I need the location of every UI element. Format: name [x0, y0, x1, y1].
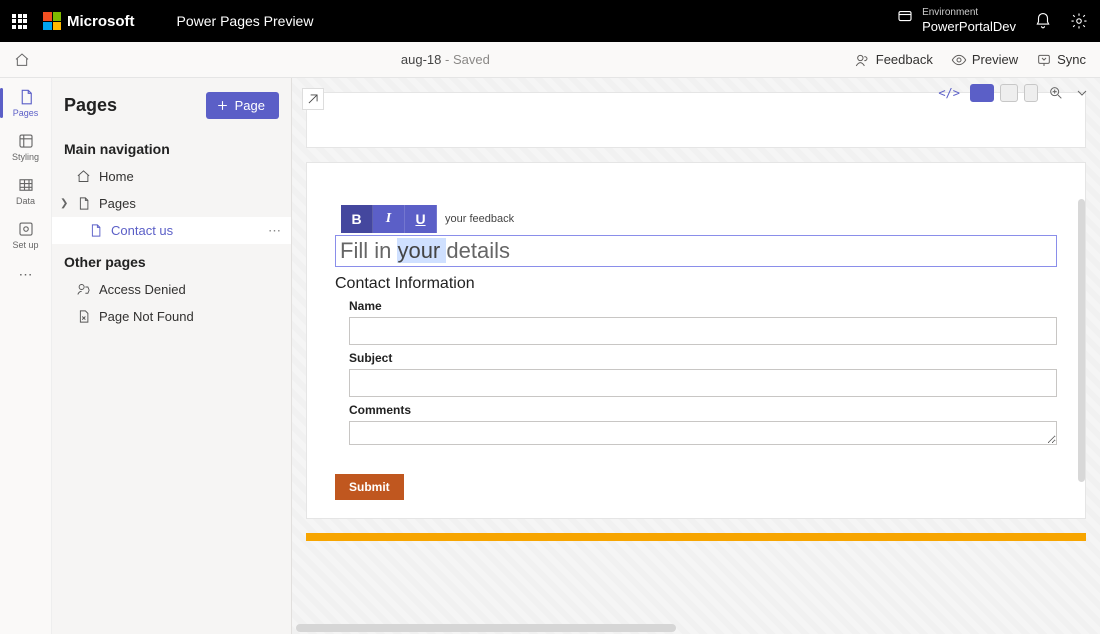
- page-section-footer-accent[interactable]: [306, 533, 1086, 541]
- selected-text: your: [397, 238, 446, 263]
- label-name: Name: [349, 299, 1057, 313]
- input-subject[interactable]: [349, 369, 1057, 397]
- scrollbar-horizontal[interactable]: [296, 624, 676, 632]
- viewport-switcher: [970, 84, 1038, 102]
- home-icon: [76, 169, 91, 184]
- environment-icon: [896, 7, 914, 25]
- nav-item-contact-us[interactable]: Contact us ⋯: [52, 217, 291, 244]
- feedback-icon: [855, 52, 871, 68]
- page-section-form[interactable]: B I U your feedback Fill in your details…: [306, 162, 1086, 519]
- viewport-tablet-button[interactable]: [1000, 84, 1018, 102]
- item-overflow-icon[interactable]: ⋯: [268, 223, 281, 239]
- page-icon: [76, 196, 91, 211]
- design-canvas[interactable]: </> B I U your feedback: [292, 78, 1100, 634]
- settings-gear-icon[interactable]: [1070, 12, 1088, 30]
- input-comments[interactable]: [349, 421, 1057, 445]
- environment-label: Environment: [922, 7, 1016, 19]
- expand-canvas-button[interactable]: [302, 88, 324, 110]
- microsoft-logo: Microsoft: [43, 12, 135, 30]
- app-title: Power Pages Preview: [177, 13, 314, 29]
- add-page-button[interactable]: Page: [206, 92, 279, 119]
- form-section-title: Contact Information: [335, 275, 1057, 293]
- rail-item-data[interactable]: Data: [0, 170, 51, 212]
- expand-arrow-icon: [306, 92, 320, 106]
- italic-button[interactable]: I: [373, 205, 405, 233]
- nav-item-access-denied[interactable]: Access Denied: [52, 276, 291, 303]
- submit-button[interactable]: Submit: [335, 474, 404, 500]
- nav-item-page-not-found[interactable]: Page Not Found: [52, 303, 291, 330]
- feedback-button[interactable]: Feedback: [855, 52, 933, 68]
- rail-overflow-icon[interactable]: ⋯: [19, 258, 33, 291]
- microsoft-logo-text: Microsoft: [67, 13, 135, 30]
- page-missing-icon: [76, 309, 91, 324]
- rail-item-pages[interactable]: Pages: [0, 82, 51, 124]
- label-comments: Comments: [349, 403, 1057, 417]
- styling-icon: [17, 132, 35, 150]
- section-other-pages: Other pages: [52, 244, 291, 276]
- panel-title: Pages: [64, 95, 117, 116]
- microsoft-logo-icon: [43, 12, 61, 30]
- setup-icon: [17, 220, 35, 238]
- viewport-mobile-button[interactable]: [1024, 84, 1038, 102]
- rail-item-styling[interactable]: Styling: [0, 126, 51, 168]
- scrollbar-vertical[interactable]: [1078, 199, 1085, 482]
- pages-panel: Pages Page Main navigation Home ❯ Pages …: [52, 78, 292, 634]
- rail-item-setup[interactable]: Set up: [0, 214, 51, 256]
- lock-icon: [76, 282, 91, 297]
- sync-icon: [1036, 52, 1052, 68]
- preview-button[interactable]: Preview: [951, 52, 1018, 68]
- toolbar-trailing-text: your feedback: [437, 213, 522, 225]
- text-format-toolbar: B I U your feedback: [341, 205, 522, 233]
- sync-button[interactable]: Sync: [1036, 52, 1086, 68]
- left-rail: Pages Styling Data Set up ⋯: [0, 78, 52, 634]
- global-header: Microsoft Power Pages Preview Environmen…: [0, 0, 1100, 42]
- environment-picker[interactable]: Environment PowerPortalDev: [896, 7, 1016, 35]
- section-main-nav: Main navigation: [52, 131, 291, 163]
- pages-icon: [17, 88, 35, 106]
- input-name[interactable]: [349, 317, 1057, 345]
- heading-editable[interactable]: Fill in your details: [335, 235, 1057, 267]
- data-icon: [17, 176, 35, 194]
- chevron-right-icon[interactable]: ❯: [60, 198, 68, 209]
- zoom-icon[interactable]: [1048, 85, 1064, 101]
- underline-button[interactable]: U: [405, 205, 437, 233]
- app-launcher-icon[interactable]: [12, 14, 27, 29]
- plus-icon: [216, 99, 229, 112]
- document-status: aug-18 - Saved: [401, 52, 490, 67]
- document-save-state: Saved: [453, 52, 490, 67]
- viewport-desktop-button[interactable]: [970, 84, 994, 102]
- nav-item-home[interactable]: Home: [52, 163, 291, 190]
- label-subject: Subject: [349, 351, 1057, 365]
- canvas-toolbar: </>: [928, 78, 1100, 108]
- bold-button[interactable]: B: [341, 205, 373, 233]
- notifications-icon[interactable]: [1034, 12, 1052, 30]
- preview-icon: [951, 52, 967, 68]
- environment-value: PowerPortalDev: [922, 19, 1016, 35]
- page-icon: [88, 223, 103, 238]
- code-view-button[interactable]: </>: [938, 86, 960, 100]
- document-name: aug-18: [401, 52, 441, 67]
- command-bar: aug-18 - Saved Feedback Preview Sync: [0, 42, 1100, 78]
- home-icon[interactable]: [14, 52, 30, 68]
- nav-item-pages[interactable]: ❯ Pages: [52, 190, 291, 217]
- chevron-down-icon[interactable]: [1074, 85, 1090, 101]
